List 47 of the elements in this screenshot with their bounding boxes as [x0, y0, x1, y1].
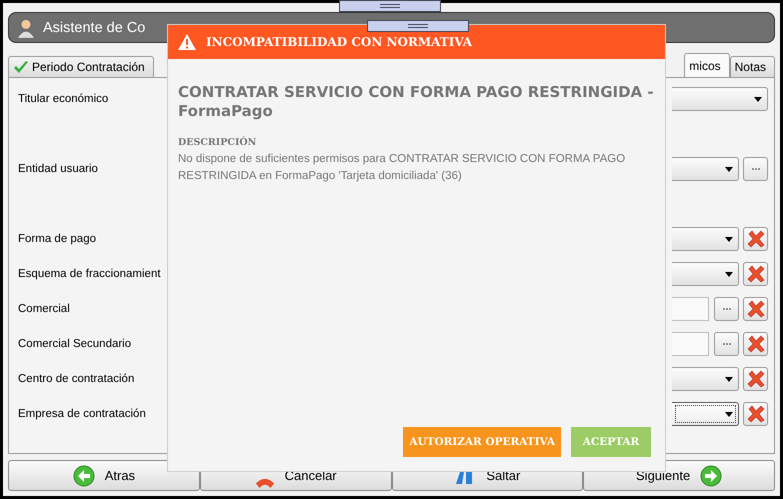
input-field[interactable]	[672, 332, 709, 356]
footer-button[interactable]: Atras	[8, 460, 200, 491]
cancel-icon	[254, 477, 275, 488]
drag-handle-icon[interactable]	[367, 20, 469, 32]
caret-icon	[725, 166, 733, 172]
field-label: Forma de pago	[18, 232, 96, 247]
description-text: No dispone de suficientes permisos para CONTRATAR SERVICIO CON FORMA PAGO RESTRINGIDA en FormaPago 'Tarjeta domiciliada' (36)	[178, 152, 626, 184]
caret-icon	[725, 412, 733, 416]
caret-icon	[725, 376, 733, 382]
clear-icon	[746, 300, 764, 318]
clear-button[interactable]	[743, 402, 768, 426]
tab[interactable]: micos	[684, 53, 730, 77]
clear-button[interactable]	[743, 262, 768, 286]
warning-icon	[178, 34, 196, 50]
input-field[interactable]	[672, 297, 709, 321]
caret-icon	[754, 96, 762, 102]
window-title: Asistente de Co	[43, 20, 146, 36]
field-label: Comercial Secundario	[18, 337, 132, 352]
user-avatar-icon	[17, 18, 35, 38]
caret-icon	[725, 272, 733, 276]
dialog-header-title: INCOMPATIBILIDAD CON NORMATIVA	[206, 35, 472, 49]
clear-icon	[746, 265, 764, 283]
clear-icon	[746, 405, 764, 423]
clear-button[interactable]	[743, 332, 768, 356]
clear-icon	[746, 370, 764, 388]
description-heading: DESCRIPCIÓN	[178, 137, 258, 148]
clear-button[interactable]	[743, 297, 768, 321]
clear-icon	[746, 335, 764, 353]
lookup-button[interactable]	[743, 157, 768, 181]
field-label: Centro de contratación	[18, 372, 134, 387]
field-label: Comercial	[18, 302, 70, 317]
lookup-button[interactable]	[714, 332, 739, 356]
tab[interactable]: Notas	[730, 56, 775, 77]
field-label: Entidad usuario	[18, 162, 98, 177]
field-label: Titular económico	[18, 92, 108, 107]
lookup-button[interactable]	[714, 297, 739, 321]
dropdown[interactable]	[672, 402, 739, 426]
drag-handle-icon[interactable]	[339, 0, 441, 12]
clear-button[interactable]	[743, 227, 768, 251]
field-label: Esquema de fraccionamient	[18, 267, 161, 282]
field-label: Empresa de contratación	[18, 407, 146, 422]
clear-button[interactable]	[743, 367, 768, 391]
dialog-title: CONTRATAR SERVICIO CON FORMA PAGO RESTRINGIDA - FormaPago	[178, 83, 655, 121]
caret-icon	[725, 236, 733, 242]
clear-icon	[746, 230, 764, 248]
checkmark-icon	[13, 60, 29, 74]
tab[interactable]: Periodo Contratación	[8, 56, 154, 77]
